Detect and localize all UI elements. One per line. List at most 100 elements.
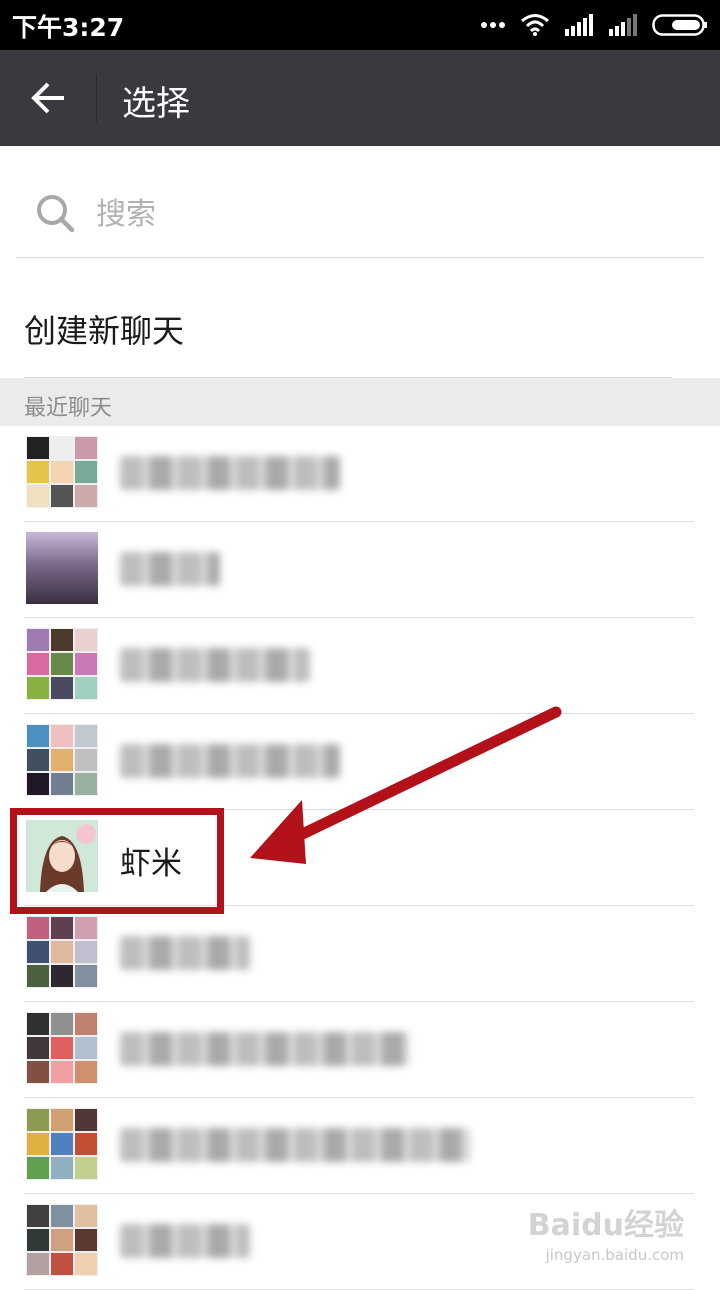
title-bar: 选择 xyxy=(0,50,720,146)
chat-row[interactable] xyxy=(0,522,720,618)
avatar-tile xyxy=(51,437,73,459)
status-bar: 下午3:27 xyxy=(0,0,720,50)
wifi-icon xyxy=(521,14,549,36)
group-avatar xyxy=(26,724,98,796)
battery-icon xyxy=(652,14,707,36)
avatar-tile xyxy=(51,1109,73,1131)
avatar-tile xyxy=(75,1157,97,1179)
group-avatar xyxy=(26,1204,98,1276)
avatar-tile xyxy=(51,485,73,507)
watermark-brand: Baidu经验 xyxy=(527,1208,684,1243)
avatar-tile xyxy=(75,1229,97,1251)
create-new-chat-label: 创建新聊天 xyxy=(24,312,185,350)
group-avatar xyxy=(26,1108,98,1180)
section-header: 最近聊天 xyxy=(0,378,720,426)
avatar-tile xyxy=(75,725,97,747)
avatar-tile xyxy=(51,461,73,483)
avatar-tile xyxy=(27,1253,49,1275)
blurred-chat-name xyxy=(120,648,310,682)
avatar-tile xyxy=(27,461,49,483)
avatar-tile xyxy=(27,965,49,987)
blurred-chat-name xyxy=(120,744,340,778)
avatar-tile xyxy=(27,1037,49,1059)
section-label: 最近聊天 xyxy=(24,396,113,421)
group-avatar xyxy=(26,628,98,700)
avatar-tile xyxy=(27,677,49,699)
avatar-tile xyxy=(75,1037,97,1059)
avatar-tile xyxy=(27,437,49,459)
avatar xyxy=(26,820,98,892)
avatar-tile xyxy=(51,677,73,699)
avatar-tile xyxy=(51,1229,73,1251)
avatar-tile xyxy=(75,773,97,795)
avatar-tile xyxy=(27,1133,49,1155)
avatar-tile xyxy=(51,941,73,963)
blurred-chat-name xyxy=(120,936,250,970)
avatar-tile xyxy=(51,1205,73,1227)
recent-chat-list: 虾米 xyxy=(0,426,720,1290)
avatar-tile xyxy=(75,1013,97,1035)
avatar-tile xyxy=(75,941,97,963)
blurred-chat-name xyxy=(120,1032,410,1066)
avatar-tile xyxy=(27,485,49,507)
avatar-tile xyxy=(27,749,49,771)
signal-icon xyxy=(609,14,637,36)
avatar-tile xyxy=(27,725,49,747)
search-input[interactable] xyxy=(96,194,676,234)
avatar xyxy=(26,532,98,604)
chat-row[interactable] xyxy=(0,426,720,522)
arrow-left-icon xyxy=(31,82,64,114)
avatar-tile xyxy=(75,1133,97,1155)
avatar-tile xyxy=(75,1061,97,1083)
chat-row[interactable] xyxy=(0,618,720,714)
avatar-tile xyxy=(27,773,49,795)
avatar-tile xyxy=(51,725,73,747)
avatar-tile xyxy=(51,1157,73,1179)
create-new-chat-item[interactable]: 创建新聊天 xyxy=(0,280,720,378)
avatar-tile xyxy=(51,749,73,771)
back-button[interactable] xyxy=(28,80,68,116)
search-bar xyxy=(16,170,704,258)
avatar-tile xyxy=(51,1013,73,1035)
status-time: 下午3:27 xyxy=(12,13,125,42)
page-title: 选择 xyxy=(122,84,190,124)
avatar-tile xyxy=(51,965,73,987)
avatar-tile xyxy=(27,1013,49,1035)
blurred-chat-name xyxy=(120,1128,470,1162)
avatar-tile xyxy=(51,653,73,675)
avatar-tile xyxy=(51,629,73,651)
chat-row[interactable] xyxy=(0,906,720,1002)
status-icons xyxy=(480,12,708,38)
blurred-chat-name xyxy=(120,456,340,490)
avatar-tile xyxy=(27,1109,49,1131)
group-avatar xyxy=(26,1012,98,1084)
chat-row[interactable] xyxy=(0,1002,720,1098)
avatar-tile xyxy=(27,1157,49,1179)
avatar-tile xyxy=(27,941,49,963)
title-divider xyxy=(96,74,97,122)
group-avatar xyxy=(26,916,98,988)
avatar-tile xyxy=(75,749,97,771)
avatar-tile xyxy=(51,917,73,939)
chat-name: 虾米 xyxy=(120,846,182,882)
avatar-tile xyxy=(75,677,97,699)
avatar-tile xyxy=(51,773,73,795)
more-dots-icon xyxy=(481,22,505,28)
chat-row[interactable]: 虾米 xyxy=(0,810,720,906)
avatar-tile xyxy=(51,1037,73,1059)
search-icon xyxy=(37,195,75,233)
avatar-tile xyxy=(75,437,97,459)
avatar-tile xyxy=(75,629,97,651)
avatar-tile xyxy=(75,461,97,483)
avatar-tile xyxy=(75,1253,97,1275)
portrait-icon xyxy=(26,820,98,892)
watermark-url: jingyan.baidu.com xyxy=(545,1246,684,1264)
avatar-tile xyxy=(75,485,97,507)
avatar-tile xyxy=(75,1109,97,1131)
group-avatar xyxy=(26,436,98,508)
chat-row[interactable] xyxy=(0,714,720,810)
avatar-tile xyxy=(51,1133,73,1155)
avatar-tile xyxy=(75,653,97,675)
chat-row[interactable] xyxy=(0,1098,720,1194)
avatar-tile xyxy=(51,1061,73,1083)
